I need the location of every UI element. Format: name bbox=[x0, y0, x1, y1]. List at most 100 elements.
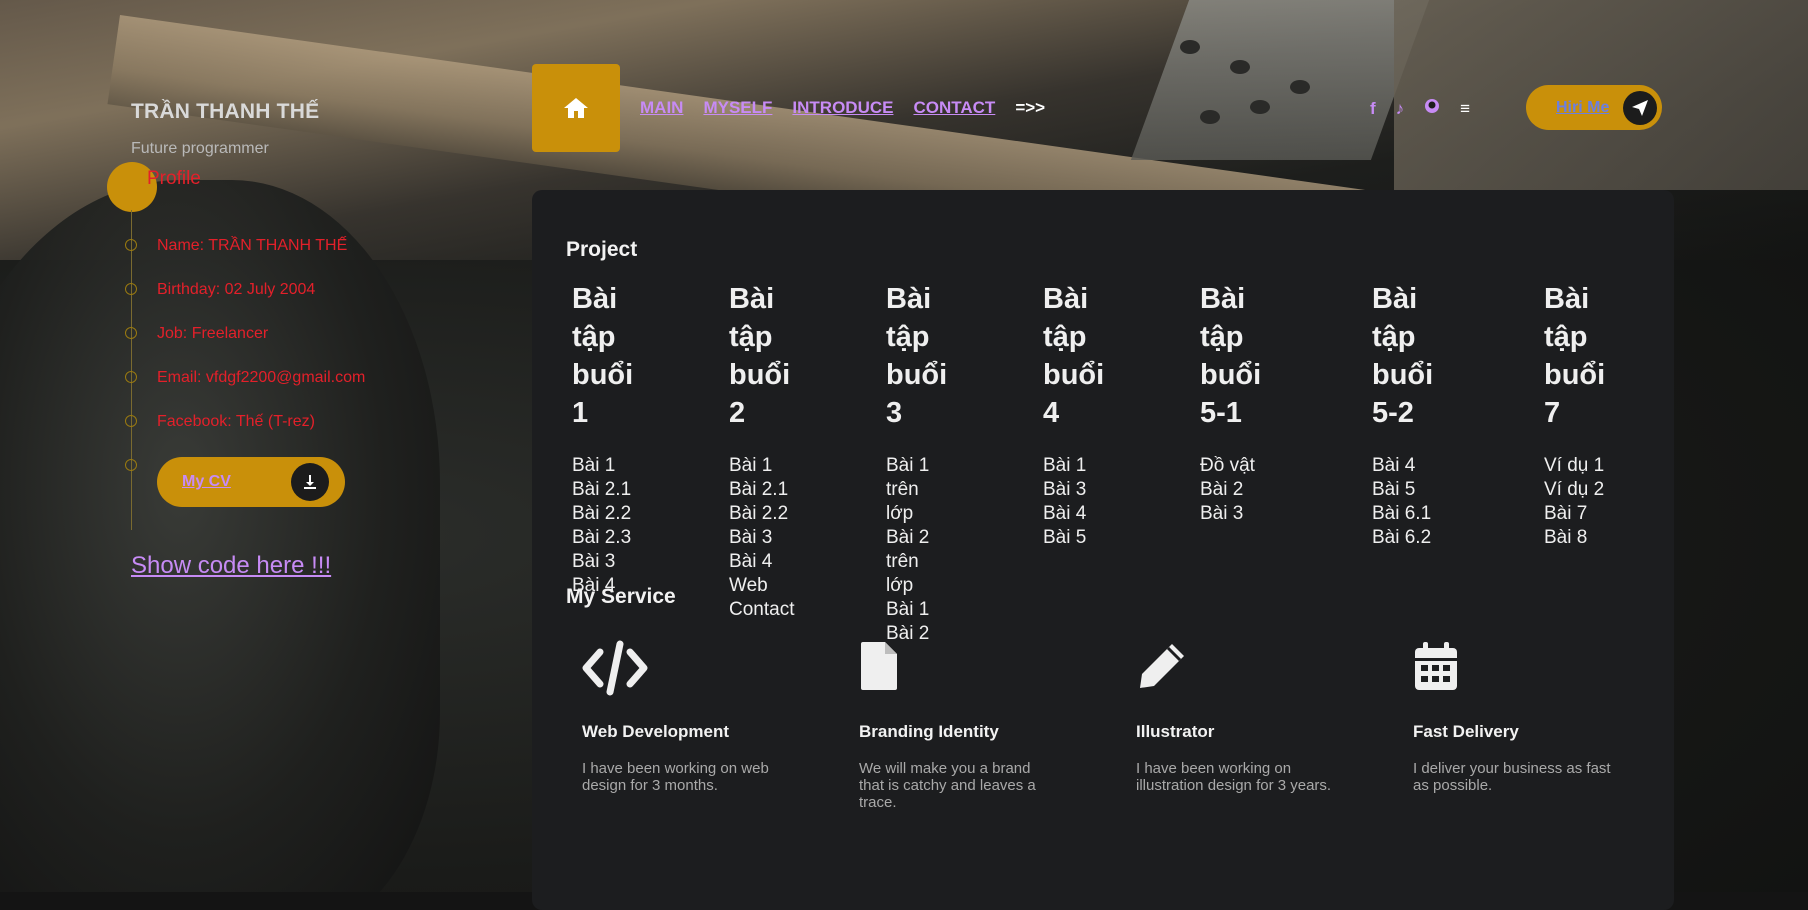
timeline-dot bbox=[125, 459, 137, 471]
service-desc: We will make you a brand that is catchy … bbox=[859, 760, 1036, 811]
project-link[interactable]: Bài 3 bbox=[1200, 502, 1261, 526]
service-section-title: My Service bbox=[558, 585, 684, 609]
file-icon bbox=[859, 640, 1099, 700]
profile-header: Profile bbox=[107, 162, 201, 212]
nav-myself[interactable]: MYSELF bbox=[703, 98, 772, 118]
project-link[interactable]: Bài 3 bbox=[729, 526, 794, 550]
send-icon[interactable] bbox=[1623, 90, 1657, 125]
project-heading: Bài tập buổi 7 bbox=[1544, 283, 1606, 429]
project-column: Bài tập buổi 2 Bài 1 Bài 2.1 Bài 2.2 Bài … bbox=[729, 280, 794, 622]
project-link[interactable]: Bài 2 bbox=[1200, 478, 1261, 502]
nav-main[interactable]: MAIN bbox=[640, 98, 683, 118]
project-heading: Bài tập buổi 2 bbox=[729, 283, 791, 429]
social-links: f ♪ ≡ bbox=[1370, 98, 1470, 119]
project-link[interactable]: Bài 4 bbox=[729, 550, 794, 574]
service-card: Illustrator I have been working on illus… bbox=[1136, 640, 1376, 794]
service-title: Branding Identity bbox=[859, 722, 999, 741]
github-icon[interactable] bbox=[1424, 98, 1440, 119]
hire-me-link[interactable]: Hiri Me bbox=[1556, 99, 1609, 117]
nav-introduce[interactable]: INTRODUCE bbox=[792, 98, 893, 118]
timeline-line bbox=[131, 210, 132, 530]
info-name: Name: TRẦN THANH THẾ bbox=[157, 237, 348, 254]
project-link[interactable]: lớp bbox=[886, 574, 947, 598]
profile-sidebar: TRẦN THANH THẾ Future programmer Profile… bbox=[107, 100, 461, 579]
content-panel: Project Bài tập buổi 1 Bài 1 Bài 2.1 Bài … bbox=[532, 190, 1674, 910]
project-link[interactable]: Bài 3 bbox=[1043, 478, 1104, 502]
project-link[interactable]: Bài 4 bbox=[1372, 454, 1433, 478]
service-card: Fast Delivery I deliver your business as… bbox=[1413, 640, 1653, 794]
project-heading: Bài tập buổi 5-2 bbox=[1372, 283, 1434, 429]
project-link[interactable]: Bài 6.1 bbox=[1372, 502, 1433, 526]
project-link[interactable]: lớp bbox=[886, 502, 947, 526]
project-column: Bài tập buổi 3 Bài 1 trên lớp Bài 2 trên … bbox=[886, 280, 947, 646]
service-title: Web Development bbox=[582, 722, 730, 741]
info-facebook: Facebook: Thế (T-rez) bbox=[157, 413, 315, 430]
info-email: Email: vfdgf2200@gmail.com bbox=[157, 369, 366, 386]
home-button[interactable] bbox=[532, 64, 620, 152]
info-birthday: Birthday: 02 July 2004 bbox=[157, 281, 316, 298]
project-link[interactable]: Bài 5 bbox=[1372, 478, 1433, 502]
profile-name: TRẦN THANH THẾ bbox=[131, 100, 320, 123]
project-heading: Bài tập buổi 1 bbox=[572, 283, 634, 429]
project-link[interactable]: Ví dụ 1 bbox=[1544, 454, 1605, 478]
project-heading: Bài tập buổi 5-1 bbox=[1200, 283, 1262, 429]
nav-more[interactable]: =>> bbox=[1015, 98, 1045, 118]
tiktok-icon[interactable]: ♪ bbox=[1396, 99, 1405, 119]
project-link[interactable]: Bài 8 bbox=[1544, 526, 1605, 550]
download-icon[interactable] bbox=[291, 463, 329, 501]
project-column: Bài tập buổi 1 Bài 1 Bài 2.1 Bài 2.2 Bài … bbox=[572, 280, 633, 598]
project-link[interactable]: Bài 2.1 bbox=[729, 478, 794, 502]
project-link[interactable]: Bài 1 bbox=[572, 454, 633, 478]
project-link[interactable]: Web bbox=[729, 574, 794, 598]
profile-label: Profile bbox=[147, 168, 201, 189]
project-link[interactable]: Bài 1 bbox=[1043, 454, 1104, 478]
project-link[interactable]: Bài 2.2 bbox=[729, 502, 794, 526]
my-cv-button[interactable]: My CV bbox=[157, 457, 345, 507]
project-column: Bài tập buổi 4 Bài 1 Bài 3 Bài 4 Bài 5 bbox=[1043, 280, 1104, 550]
service-card: Web Development I have been working on w… bbox=[582, 640, 822, 794]
project-link[interactable]: Bài 1 trên bbox=[886, 454, 947, 502]
code-icon bbox=[582, 640, 822, 700]
project-link[interactable]: Đồ vật bbox=[1200, 454, 1261, 478]
project-column: Bài tập buổi 5-2 Bài 4 Bài 5 Bài 6.1 Bài … bbox=[1372, 280, 1433, 550]
timeline-dot bbox=[125, 371, 137, 383]
project-column: Bài tập buổi 5-1 Đồ vật Bài 2 Bài 3 bbox=[1200, 280, 1261, 526]
info-job: Job: Freelancer bbox=[157, 325, 269, 342]
project-link[interactable]: Bài 2 trên bbox=[886, 526, 947, 574]
calendar-icon bbox=[1413, 640, 1653, 700]
project-link[interactable]: Bài 1 bbox=[729, 454, 794, 478]
service-desc: I deliver your business as fast as possi… bbox=[1413, 760, 1611, 794]
project-link[interactable]: Contact bbox=[729, 598, 794, 622]
profile-tagline: Future programmer bbox=[131, 140, 269, 157]
timeline-dot bbox=[125, 415, 137, 427]
my-cv-link[interactable]: My CV bbox=[182, 473, 231, 491]
service-card: Branding Identity We will make you a bra… bbox=[859, 640, 1099, 811]
project-link[interactable]: Bài 7 bbox=[1544, 502, 1605, 526]
project-link[interactable]: Ví dụ 2 bbox=[1544, 478, 1605, 502]
project-link[interactable]: Bài 2.3 bbox=[572, 526, 633, 550]
project-heading: Bài tập buổi 3 bbox=[886, 283, 948, 429]
facebook-icon[interactable]: f bbox=[1370, 99, 1376, 119]
timeline-dot bbox=[125, 327, 137, 339]
main-nav: MAIN MYSELF INTRODUCE CONTACT =>> bbox=[640, 98, 1045, 118]
service-desc: I have been working on web design for 3 … bbox=[582, 760, 769, 794]
show-code-link[interactable]: Show code here !!! bbox=[131, 552, 331, 580]
project-link[interactable]: Bài 6.2 bbox=[1372, 526, 1433, 550]
project-link[interactable]: Bài 2.2 bbox=[572, 502, 633, 526]
menu-icon[interactable]: ≡ bbox=[1460, 99, 1470, 119]
project-link[interactable]: Bài 3 bbox=[572, 550, 633, 574]
service-title: Illustrator bbox=[1136, 722, 1215, 741]
service-title: Fast Delivery bbox=[1413, 722, 1519, 741]
home-icon bbox=[564, 98, 588, 118]
timeline-dot bbox=[125, 283, 137, 295]
project-link[interactable]: Bài 2.1 bbox=[572, 478, 633, 502]
project-link[interactable]: Bài 1 bbox=[886, 598, 947, 622]
project-heading: Bài tập buổi 4 bbox=[1043, 283, 1105, 429]
pencil-icon bbox=[1136, 640, 1376, 700]
project-section-title: Project bbox=[558, 238, 644, 262]
project-link[interactable]: Bài 4 bbox=[1043, 502, 1104, 526]
project-link[interactable]: Bài 5 bbox=[1043, 526, 1104, 550]
nav-contact[interactable]: CONTACT bbox=[913, 98, 995, 118]
timeline-dot bbox=[125, 239, 137, 251]
hire-me-button[interactable]: Hiri Me bbox=[1526, 85, 1662, 130]
